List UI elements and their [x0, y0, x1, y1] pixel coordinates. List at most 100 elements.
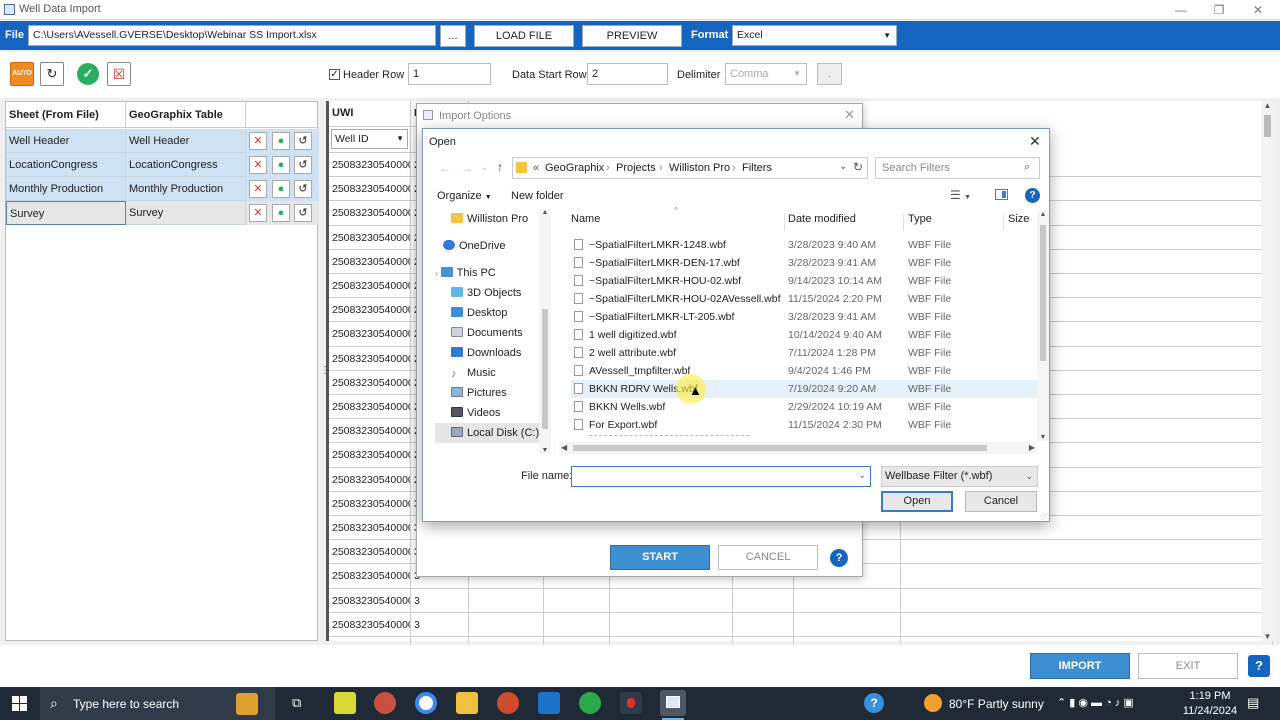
delimiter-select[interactable]: Comma ▼ — [725, 63, 807, 85]
back-icon[interactable]: ← — [439, 161, 451, 175]
close-icon[interactable]: ✕ — [844, 107, 855, 123]
help-icon[interactable]: ? — [864, 693, 884, 713]
load-file-button[interactable]: LOAD FILE — [474, 25, 574, 47]
clock-time[interactable]: 1:19 PM — [1187, 690, 1233, 702]
file-row[interactable]: ~SpatialFilterLMKR-HOU-02AVessell.wbf 11/… — [571, 290, 1037, 308]
col-date-header[interactable]: Date modified — [788, 213, 856, 225]
clear-all-icon[interactable]: ☒ — [107, 62, 131, 86]
file-row[interactable]: BKKN RDRV Wells.wbf 7/19/2024 9:20 AM WBF … — [571, 380, 1037, 398]
weather-text[interactable]: 80°F Partly sunny — [949, 697, 1044, 711]
validate-icon[interactable]: ● — [272, 132, 290, 150]
remove-icon[interactable]: ✕ — [249, 204, 267, 222]
breadcrumb-item[interactable]: GeoGraphix — [545, 162, 604, 174]
table-name[interactable]: Well Header — [126, 129, 246, 153]
search-icon[interactable]: ⌕ — [1024, 161, 1030, 174]
col-name-header[interactable]: Name — [571, 213, 600, 225]
refresh-icon[interactable]: ↻ — [853, 160, 863, 174]
file-path-input[interactable]: C:\Users\AVessell.GVERSE\Desktop\Webinar… — [28, 25, 436, 46]
clock-date[interactable]: 11/24/2024 — [1181, 705, 1239, 717]
help-icon[interactable]: ? — [1248, 655, 1270, 677]
breadcrumb-item[interactable]: Projects — [616, 162, 656, 174]
task-view-icon[interactable]: ⧉ — [292, 695, 301, 711]
search-box[interactable]: Search Filters ⌕ — [875, 157, 1040, 179]
chrome-icon[interactable] — [415, 692, 437, 714]
nav-item-local-disk[interactable]: Local Disk (C:) — [435, 423, 551, 443]
header-row-checkbox[interactable]: ✓ — [329, 69, 340, 80]
taskbar-search-input[interactable]: Type here to search — [73, 697, 179, 711]
scroll-thumb[interactable] — [573, 445, 987, 451]
remove-icon[interactable]: ✕ — [249, 132, 267, 150]
app-icon-red[interactable] — [620, 692, 642, 714]
outlook-icon[interactable] — [538, 692, 560, 714]
reset-icon[interactable]: ↺ — [294, 180, 312, 198]
scroll-thumb[interactable] — [1040, 225, 1046, 361]
table-row[interactable]: Well Header Well Header ✕ ● ↺ — [6, 129, 319, 153]
powerpoint-icon[interactable] — [497, 692, 519, 714]
tray-icons[interactable]: ⌃ ▮ ◉ ▬ ◔ ♪ ▣ — [1057, 696, 1134, 709]
grid-scrollbar[interactable]: ▲ ▼ — [1261, 101, 1274, 641]
cancel-button[interactable]: CANCEL — [718, 545, 818, 570]
up-folder-icon[interactable]: ↑ — [497, 160, 503, 174]
file-row[interactable]: ~SpatialFilterLMKR-HOU-02.wbf 9/14/2023 1… — [571, 272, 1037, 290]
windows-start-icon[interactable] — [12, 696, 27, 711]
delimiter-custom-input[interactable]: . — [817, 63, 842, 85]
nav-item-music[interactable]: ♪ Music — [451, 363, 496, 383]
table-row[interactable]: Survey Survey ✕ ● ↺ — [6, 201, 319, 225]
validate-icon[interactable]: ● — [272, 156, 290, 174]
globe-app-icon[interactable] — [579, 692, 601, 714]
address-bar[interactable]: « GeoGraphix › Projects › Williston Pro … — [512, 157, 868, 179]
search-input[interactable]: Search Filters — [882, 162, 950, 174]
view-options-icon[interactable]: ☰ ▼ — [950, 188, 971, 202]
breadcrumb-item[interactable]: Williston Pro — [669, 162, 730, 174]
nav-item-onedrive[interactable]: OneDrive — [443, 236, 505, 256]
exit-button[interactable]: EXIT — [1138, 653, 1238, 679]
nav-item-pictures[interactable]: Pictures — [451, 383, 507, 403]
file-row[interactable]: ~SpatialFilterLMKR-DEN-17.wbf 3/28/2023 9… — [571, 254, 1037, 272]
browse-button[interactable]: ... — [440, 25, 466, 47]
header-row-input[interactable]: 1 — [408, 63, 491, 85]
briefcase-icon[interactable] — [236, 693, 258, 715]
chevron-down-icon[interactable]: ⌄ — [858, 470, 866, 481]
validate-icon[interactable]: ● — [272, 180, 290, 198]
scroll-thumb[interactable] — [542, 309, 548, 429]
table-name[interactable]: Monthly Production — [126, 177, 246, 201]
file-row[interactable]: ~SpatialFilterLMKR-LT-205.wbf 3/28/2023 9… — [571, 308, 1037, 326]
forward-icon[interactable]: → — [461, 161, 473, 175]
file-list-scrollbar[interactable]: ▲ ▼ — [1037, 211, 1049, 441]
cancel-button[interactable]: Cancel — [965, 491, 1037, 512]
app-icon-network[interactable] — [374, 692, 396, 714]
uwi-mapping-select[interactable]: Well ID ▼ — [329, 127, 411, 153]
resize-grip-icon[interactable]: ⋰ — [1041, 513, 1048, 521]
file-row[interactable]: BKKN Wells.wbf 2/29/2024 10:19 AM WBF File — [571, 398, 1037, 416]
remove-icon[interactable]: ✕ — [249, 156, 267, 174]
notification-icon[interactable]: ▤ — [1247, 695, 1259, 711]
close-icon[interactable]: ✕ — [1243, 2, 1273, 18]
import-button[interactable]: IMPORT — [1030, 653, 1130, 679]
nav-item-downloads[interactable]: Downloads — [451, 343, 521, 363]
scroll-thumb[interactable] — [1264, 115, 1271, 137]
validate-icon[interactable]: ● — [272, 204, 290, 222]
format-select[interactable]: Excel ▼ — [732, 25, 897, 46]
chevron-down-icon[interactable]: ⌄ — [839, 161, 847, 172]
file-name-input[interactable]: ⌄ — [571, 466, 871, 487]
recent-chevron-icon[interactable]: ⌄ — [481, 162, 489, 173]
nav-item-videos[interactable]: Videos — [451, 403, 500, 423]
refresh-icon[interactable]: ↻ — [40, 62, 64, 86]
table-name[interactable]: LocationCongress — [126, 153, 246, 177]
file-type-select[interactable]: Wellbase Filter (*.wbf) ⌄ — [881, 466, 1038, 487]
breadcrumb-item[interactable]: Filters — [742, 162, 772, 174]
app-icon-yellow[interactable] — [334, 692, 356, 714]
minimize-icon[interactable]: — — [1166, 2, 1196, 18]
well-data-import-taskbar-icon[interactable] — [660, 690, 686, 716]
nav-item-3d-objects[interactable]: 3D Objects — [451, 283, 521, 303]
reset-icon[interactable]: ↺ — [294, 132, 312, 150]
col-size-header[interactable]: Size — [1008, 213, 1029, 225]
auto-map-button[interactable]: AUTO — [10, 62, 34, 86]
close-icon[interactable]: ✕ — [1029, 133, 1041, 150]
data-start-input[interactable]: 2 — [587, 63, 668, 85]
start-button[interactable]: START — [610, 545, 710, 570]
help-icon[interactable]: ? — [830, 549, 848, 567]
nav-scrollbar[interactable]: ▲ ▼ — [539, 209, 551, 454]
file-row[interactable]: 2 well attribute.wbf 7/11/2024 1:28 PM WBF… — [571, 344, 1037, 362]
preview-pane-icon[interactable] — [995, 189, 1008, 200]
